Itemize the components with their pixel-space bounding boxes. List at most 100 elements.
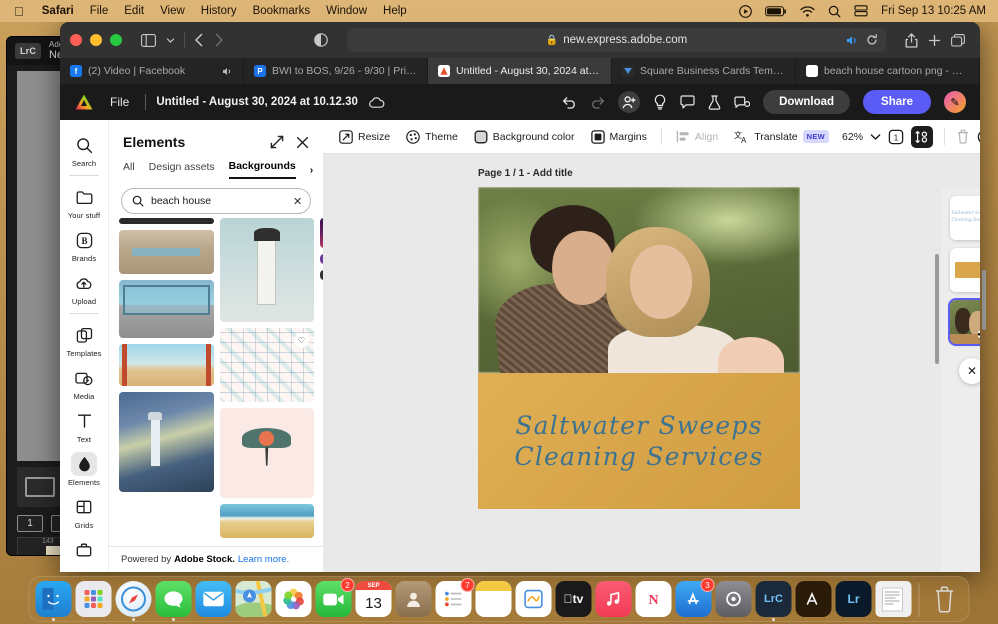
dock-item-lightroom-classic[interactable]: LrC bbox=[756, 581, 792, 617]
menu-item-view[interactable]: View bbox=[152, 5, 193, 17]
control-center-icon[interactable] bbox=[739, 5, 752, 18]
dock-item-messages[interactable] bbox=[156, 581, 192, 617]
dock-item-music[interactable] bbox=[596, 581, 632, 617]
menu-item-history[interactable]: History bbox=[193, 5, 245, 17]
sidebar-item-more[interactable] bbox=[62, 533, 106, 565]
page-count-icon[interactable]: 1 bbox=[888, 129, 904, 145]
browser-tab[interactable]: P BWI to BOS, 9/26 - 9/30 | Priceline.c.… bbox=[244, 58, 428, 84]
dock-item-freeform[interactable] bbox=[516, 581, 552, 617]
beta-lab-icon[interactable] bbox=[708, 95, 721, 110]
asset-card[interactable] bbox=[119, 344, 214, 386]
back-button[interactable] bbox=[189, 33, 209, 47]
document-title[interactable]: Untitled - August 30, 2024 at 10.12.30 bbox=[156, 96, 358, 108]
asset-card[interactable] bbox=[119, 280, 214, 338]
background-color-button[interactable]: Background color bbox=[468, 126, 581, 148]
resize-button[interactable]: Resize bbox=[333, 126, 396, 148]
trash-icon[interactable] bbox=[956, 129, 970, 144]
comment-icon[interactable] bbox=[680, 95, 695, 109]
layers-reorder-button[interactable] bbox=[911, 126, 933, 148]
wifi-icon[interactable] bbox=[800, 6, 815, 17]
asset-card[interactable] bbox=[119, 230, 214, 274]
page-title-label[interactable]: Page 1 / 1 - Add title bbox=[478, 168, 573, 179]
presenter-icon[interactable] bbox=[734, 95, 750, 109]
safari-window[interactable]: 🔒 new.express.adobe.com bbox=[60, 22, 980, 572]
translate-button[interactable]: 文A Translate NEW bbox=[728, 126, 835, 148]
tab-all[interactable]: All bbox=[123, 161, 135, 178]
dock-item-app-store[interactable]: 3 bbox=[676, 581, 712, 617]
browser-tab[interactable]: f (2) Video | Facebook bbox=[60, 58, 244, 84]
download-button[interactable]: Download bbox=[763, 90, 850, 114]
menu-item-window[interactable]: Window bbox=[318, 5, 375, 17]
user-avatar[interactable]: ✎ bbox=[944, 91, 966, 113]
invite-user-icon[interactable] bbox=[618, 91, 640, 113]
dock-item-safari[interactable] bbox=[116, 581, 152, 617]
maximize-window-button[interactable] bbox=[110, 34, 122, 46]
macos-dock[interactable]: 2 SEP 13 7 tv N bbox=[29, 576, 970, 622]
expand-icon[interactable] bbox=[270, 135, 284, 149]
address-bar[interactable]: 🔒 new.express.adobe.com bbox=[347, 28, 886, 52]
text-layer-thumbnail[interactable]: Saltwater SweepsCleaning Services bbox=[950, 196, 980, 240]
battery-icon[interactable] bbox=[765, 6, 787, 17]
redo-icon[interactable] bbox=[590, 96, 605, 109]
window-traffic-lights[interactable] bbox=[70, 34, 122, 46]
tab-design-assets[interactable]: Design assets bbox=[149, 161, 215, 178]
dock-item-documents-stack[interactable] bbox=[876, 581, 912, 617]
dock-item-photos[interactable] bbox=[276, 581, 312, 617]
dock-item-mail[interactable] bbox=[196, 581, 232, 617]
gold-shape-layer-thumbnail[interactable] bbox=[950, 248, 980, 292]
dock-item-news[interactable]: N bbox=[636, 581, 672, 617]
safari-tab-bar[interactable]: f (2) Video | Facebook P BWI to BOS, 9/2… bbox=[60, 58, 980, 84]
dock-item-maps[interactable] bbox=[236, 581, 272, 617]
close-window-button[interactable] bbox=[70, 34, 82, 46]
layers-panel[interactable]: Saltwater SweepsCleaning Services bbox=[941, 188, 980, 572]
canvas-toolbar[interactable]: Resize Theme Background co bbox=[323, 120, 980, 154]
browser-tab[interactable]: Square Business Cards Templates &... bbox=[612, 58, 796, 84]
couple-embracing-photo[interactable] bbox=[478, 187, 800, 373]
theme-button[interactable]: Theme bbox=[400, 126, 464, 148]
menu-item-safari[interactable]: Safari bbox=[34, 5, 82, 17]
asset-card[interactable] bbox=[119, 218, 214, 224]
canvas-scrollbar[interactable] bbox=[935, 254, 939, 364]
asset-card[interactable] bbox=[220, 218, 315, 322]
module-button-1[interactable]: 1 bbox=[17, 515, 43, 532]
page-scrollbar[interactable] bbox=[982, 270, 986, 330]
search-box[interactable]: ✕ bbox=[121, 188, 311, 214]
clear-icon[interactable]: ✕ bbox=[293, 195, 302, 208]
ideas-icon[interactable] bbox=[653, 94, 667, 110]
sidebar-item-upload[interactable]: Upload bbox=[62, 266, 106, 309]
dock-item-calendar[interactable]: SEP 13 bbox=[356, 581, 392, 617]
dock-item-trash[interactable] bbox=[927, 581, 963, 617]
menu-item-edit[interactable]: Edit bbox=[116, 5, 152, 17]
margins-button[interactable]: Margins bbox=[585, 126, 653, 148]
headline-line-2[interactable]: Cleaning Services bbox=[515, 444, 764, 469]
new-tab-button[interactable] bbox=[923, 34, 946, 47]
browser-tab-active[interactable]: Untitled - August 30, 2024 at 10.12.30 bbox=[428, 58, 612, 84]
menu-item-bookmarks[interactable]: Bookmarks bbox=[245, 5, 319, 17]
dock-item-lightroom[interactable]: Lr bbox=[836, 581, 872, 617]
dock-item-illustrator[interactable] bbox=[796, 581, 832, 617]
adobe-express-logo[interactable] bbox=[74, 93, 94, 111]
menu-item-help[interactable]: Help bbox=[375, 5, 415, 17]
minimize-window-button[interactable] bbox=[90, 34, 102, 46]
browser-tab[interactable]: G beach house cartoon png - Google... bbox=[796, 58, 980, 84]
dock-item-finder[interactable] bbox=[36, 581, 72, 617]
asset-card[interactable] bbox=[220, 408, 315, 498]
audio-icon[interactable] bbox=[846, 35, 859, 46]
photo-layer-thumbnail[interactable] bbox=[950, 300, 980, 344]
express-sidebar[interactable]: Search Your stuff B Brands bbox=[60, 120, 108, 572]
sidebar-item-templates[interactable]: Templates bbox=[62, 318, 106, 361]
dock-item-facetime[interactable]: 2 bbox=[316, 581, 352, 617]
sidebar-item-brands[interactable]: B Brands bbox=[62, 223, 106, 266]
menubar-clock[interactable]: Fri Sep 13 10:25 AM bbox=[881, 5, 986, 17]
spotlight-icon[interactable] bbox=[828, 5, 841, 18]
menubar-status-items[interactable]: Fri Sep 13 10:25 AM bbox=[739, 5, 990, 18]
tab-backgrounds[interactable]: Backgrounds bbox=[229, 160, 296, 179]
dock-item-system-settings[interactable] bbox=[716, 581, 752, 617]
sidebar-item-your-stuff[interactable]: Your stuff bbox=[62, 180, 106, 223]
dock-item-tv[interactable]: tv bbox=[556, 581, 592, 617]
asset-card[interactable] bbox=[119, 392, 214, 492]
sidebar-item-text[interactable]: Text bbox=[62, 404, 106, 447]
close-layers-button[interactable]: ✕ bbox=[959, 358, 980, 384]
share-button[interactable] bbox=[900, 33, 923, 48]
asset-card[interactable] bbox=[220, 504, 315, 538]
